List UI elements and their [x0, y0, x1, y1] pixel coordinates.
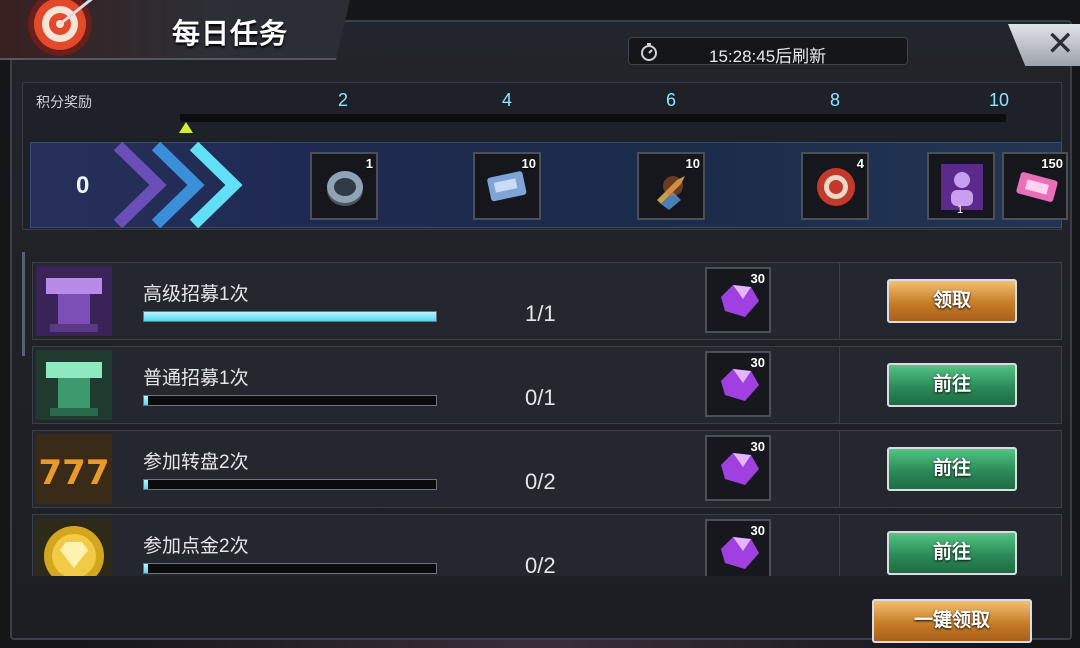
task-reward-count: 30 — [750, 523, 765, 538]
claim-all-button[interactable]: 一键领取 — [872, 599, 1032, 643]
task-progress-text: 0/2 — [525, 553, 556, 576]
green-recruit-booth-icon — [36, 350, 112, 420]
refresh-timer: 15:28:45后刷新 — [628, 37, 908, 66]
reward-count: 1 — [365, 156, 373, 171]
stopwatch-icon — [641, 43, 657, 61]
page-title: 每日任务 — [172, 18, 289, 49]
slot-777-icon: 777 — [36, 434, 112, 504]
score-tick: 10 — [989, 90, 1010, 110]
score-tick: 4 — [502, 90, 513, 110]
target-icon — [28, 0, 93, 56]
token-coin-icon — [327, 171, 363, 206]
task-progress-bar — [143, 563, 437, 574]
task-divider — [839, 431, 840, 507]
score-progress-marker — [179, 122, 193, 133]
reward-box-token[interactable]: 1 — [310, 152, 378, 220]
task-reward-box[interactable]: 30 — [705, 435, 771, 501]
task-name: 普通招募1次 — [143, 368, 249, 389]
reward-box-pink-ticket[interactable]: 150 — [1002, 152, 1068, 220]
task-name: 参加转盘2次 — [143, 452, 249, 473]
task-progress-fill — [144, 396, 148, 405]
task-reward-box[interactable]: 30 — [705, 267, 771, 333]
gold-diamond-coin-icon — [36, 518, 112, 576]
reward-box-character[interactable]: 1 — [927, 152, 995, 220]
task-progress-bar — [143, 311, 437, 322]
reward-box-ticket[interactable]: 10 — [473, 152, 541, 220]
close-icon: ✕ — [1046, 25, 1075, 63]
task-progress-text: 1/1 — [525, 301, 556, 326]
score-tick: 2 — [338, 90, 349, 110]
purple-recruit-booth-icon — [36, 266, 112, 336]
reward-box-chip[interactable]: 4 — [801, 152, 869, 220]
task-name: 参加点金2次 — [143, 536, 249, 557]
svg-text:777: 777 — [39, 453, 110, 493]
task-progress-text: 0/1 — [525, 385, 556, 410]
score-tick: 8 — [830, 90, 841, 110]
current-score: 0 — [76, 172, 90, 199]
task-reward-count: 30 — [750, 439, 765, 454]
task-reward-count: 30 — [750, 271, 765, 286]
task-reward-box[interactable]: 30 — [705, 519, 771, 576]
reward-count: 10 — [521, 156, 536, 171]
reward-box-bullet[interactable]: 10 — [637, 152, 705, 220]
casino-chip-icon — [817, 168, 855, 206]
task-progress-fill — [144, 312, 436, 321]
task-list: 高级招募1次 1/1 30 领取 普通招募1次 0/1 30 前往 777 参加… — [22, 246, 1062, 576]
score-reward-label: 积分奖励 — [36, 94, 92, 110]
go-button[interactable]: 前往 — [887, 531, 1017, 575]
task-divider — [839, 515, 840, 576]
go-button[interactable]: 前往 — [887, 363, 1017, 407]
timer-text: 15:28:45后刷新 — [709, 47, 827, 66]
go-button[interactable]: 前往 — [887, 447, 1017, 491]
task-name: 高级招募1次 — [143, 284, 249, 305]
task-divider — [839, 347, 840, 423]
task-progress-fill — [144, 564, 148, 573]
reward-count: 4 — [856, 156, 864, 171]
task-progress-bar — [143, 395, 437, 406]
task-reward-count: 30 — [750, 355, 765, 370]
task-progress-bar — [143, 479, 437, 490]
score-tick: 6 — [666, 90, 677, 110]
task-row: 普通招募1次 0/1 30 前往 — [32, 346, 1062, 424]
task-progress-text: 0/2 — [525, 469, 556, 494]
task-row: 高级招募1次 1/1 30 领取 — [32, 262, 1062, 340]
task-row: 777 参加转盘2次 0/2 30 前往 — [32, 430, 1062, 508]
task-row: 参加点金2次 0/2 30 前往 — [32, 514, 1062, 576]
claim-button[interactable]: 领取 — [887, 279, 1017, 323]
reward-count: 1 — [957, 204, 964, 216]
task-progress-fill — [144, 480, 148, 489]
task-divider — [839, 263, 840, 339]
reward-count: 10 — [685, 156, 700, 171]
score-progress-track — [180, 114, 1006, 122]
task-reward-box[interactable]: 30 — [705, 351, 771, 417]
reward-count: 150 — [1041, 156, 1063, 171]
chevron-arrows-icon — [113, 142, 243, 228]
